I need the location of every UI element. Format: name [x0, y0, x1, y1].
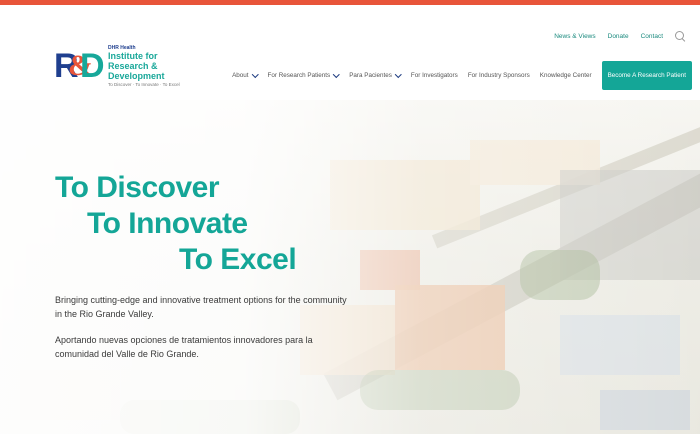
hero-section: To Discover To Innovate To Excel Bringin… [0, 100, 700, 434]
logo-mark-d: D [80, 47, 105, 85]
site-header: R & D DHR Health Institute for Research … [0, 5, 700, 100]
site-logo[interactable]: R & D DHR Health Institute for Research … [54, 41, 184, 91]
nav-item-label: For Industry Sponsors [467, 72, 530, 79]
nav-item-para-pacientes[interactable]: Para Pacientes [349, 72, 401, 79]
chevron-down-icon [396, 72, 401, 77]
hero-titles: To Discover To Innovate To Excel [55, 170, 297, 278]
nav-item-investigators[interactable]: For Investigators [411, 72, 458, 79]
utility-nav: News & Views Donate Contact [554, 31, 686, 42]
nav-item-label: Knowledge Center [539, 72, 592, 79]
util-link-contact[interactable]: Contact [641, 33, 663, 40]
logo-mark: R & D [54, 45, 106, 87]
hero-title-line-3: To Excel [179, 243, 297, 276]
logo-line-1: Institute for [108, 50, 158, 61]
logo-tagline: To Discover · To Innovate · To Excel [108, 81, 180, 87]
util-link-news[interactable]: News & Views [554, 33, 595, 40]
util-link-donate[interactable]: Donate [608, 33, 629, 40]
hero-text-spanish: Aportando nuevas opciones de tratamiento… [55, 335, 313, 359]
logo-line-2: Research & [108, 60, 158, 71]
nav-item-industry-sponsors[interactable]: For Industry Sponsors [468, 72, 530, 79]
nav-item-label: Para Pacientes [349, 72, 392, 79]
nav-item-knowledge-center[interactable]: Knowledge Center [540, 72, 592, 79]
nav-item-label: About [232, 72, 249, 79]
nav-item-label: For Investigators [410, 72, 458, 79]
nav-item-about[interactable]: About [232, 72, 257, 79]
logo-text: DHR Health Institute for Research & Deve… [108, 45, 180, 88]
chevron-down-icon [334, 72, 339, 77]
chevron-down-icon [253, 72, 258, 77]
hero-title-line-1: To Discover [55, 171, 220, 204]
nav-item-label: For Research Patients [267, 72, 331, 79]
search-icon[interactable] [675, 31, 686, 42]
main-nav: About For Research Patients Para Pacient… [232, 61, 692, 90]
hero-title-line-2: To Innovate [87, 207, 248, 240]
page: R & D DHR Health Institute for Research … [0, 0, 700, 434]
hero-text-english: Bringing cutting-edge and innovative tre… [55, 295, 347, 319]
become-research-patient-button[interactable]: Become A Research Patient [601, 61, 692, 90]
logo-line-3: Development [108, 70, 165, 81]
nav-item-research-patients[interactable]: For Research Patients [268, 72, 340, 79]
